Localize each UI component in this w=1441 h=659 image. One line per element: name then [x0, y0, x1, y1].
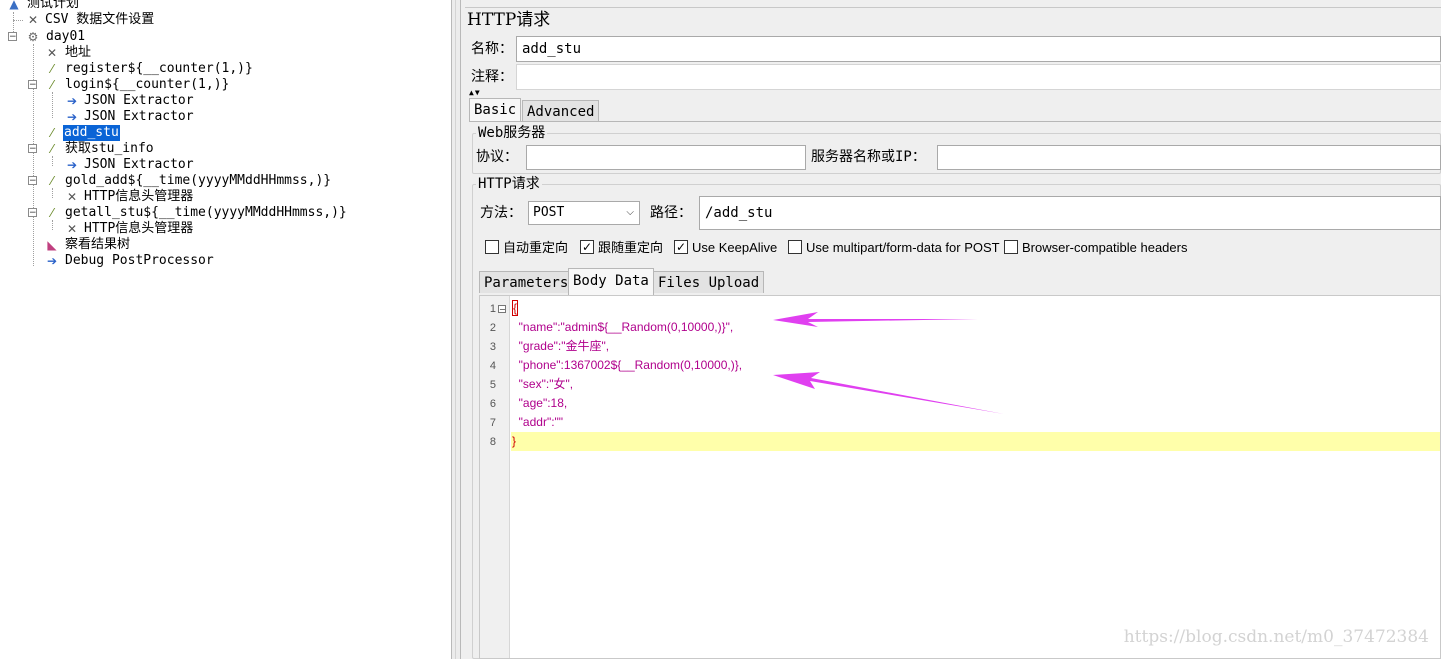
watermark: https://blog.csdn.net/m0_37472384	[1123, 627, 1429, 647]
annotation-arrow-2	[773, 372, 1004, 414]
annotation-arrow-1	[773, 312, 978, 327]
annotation-arrows	[773, 312, 1004, 414]
